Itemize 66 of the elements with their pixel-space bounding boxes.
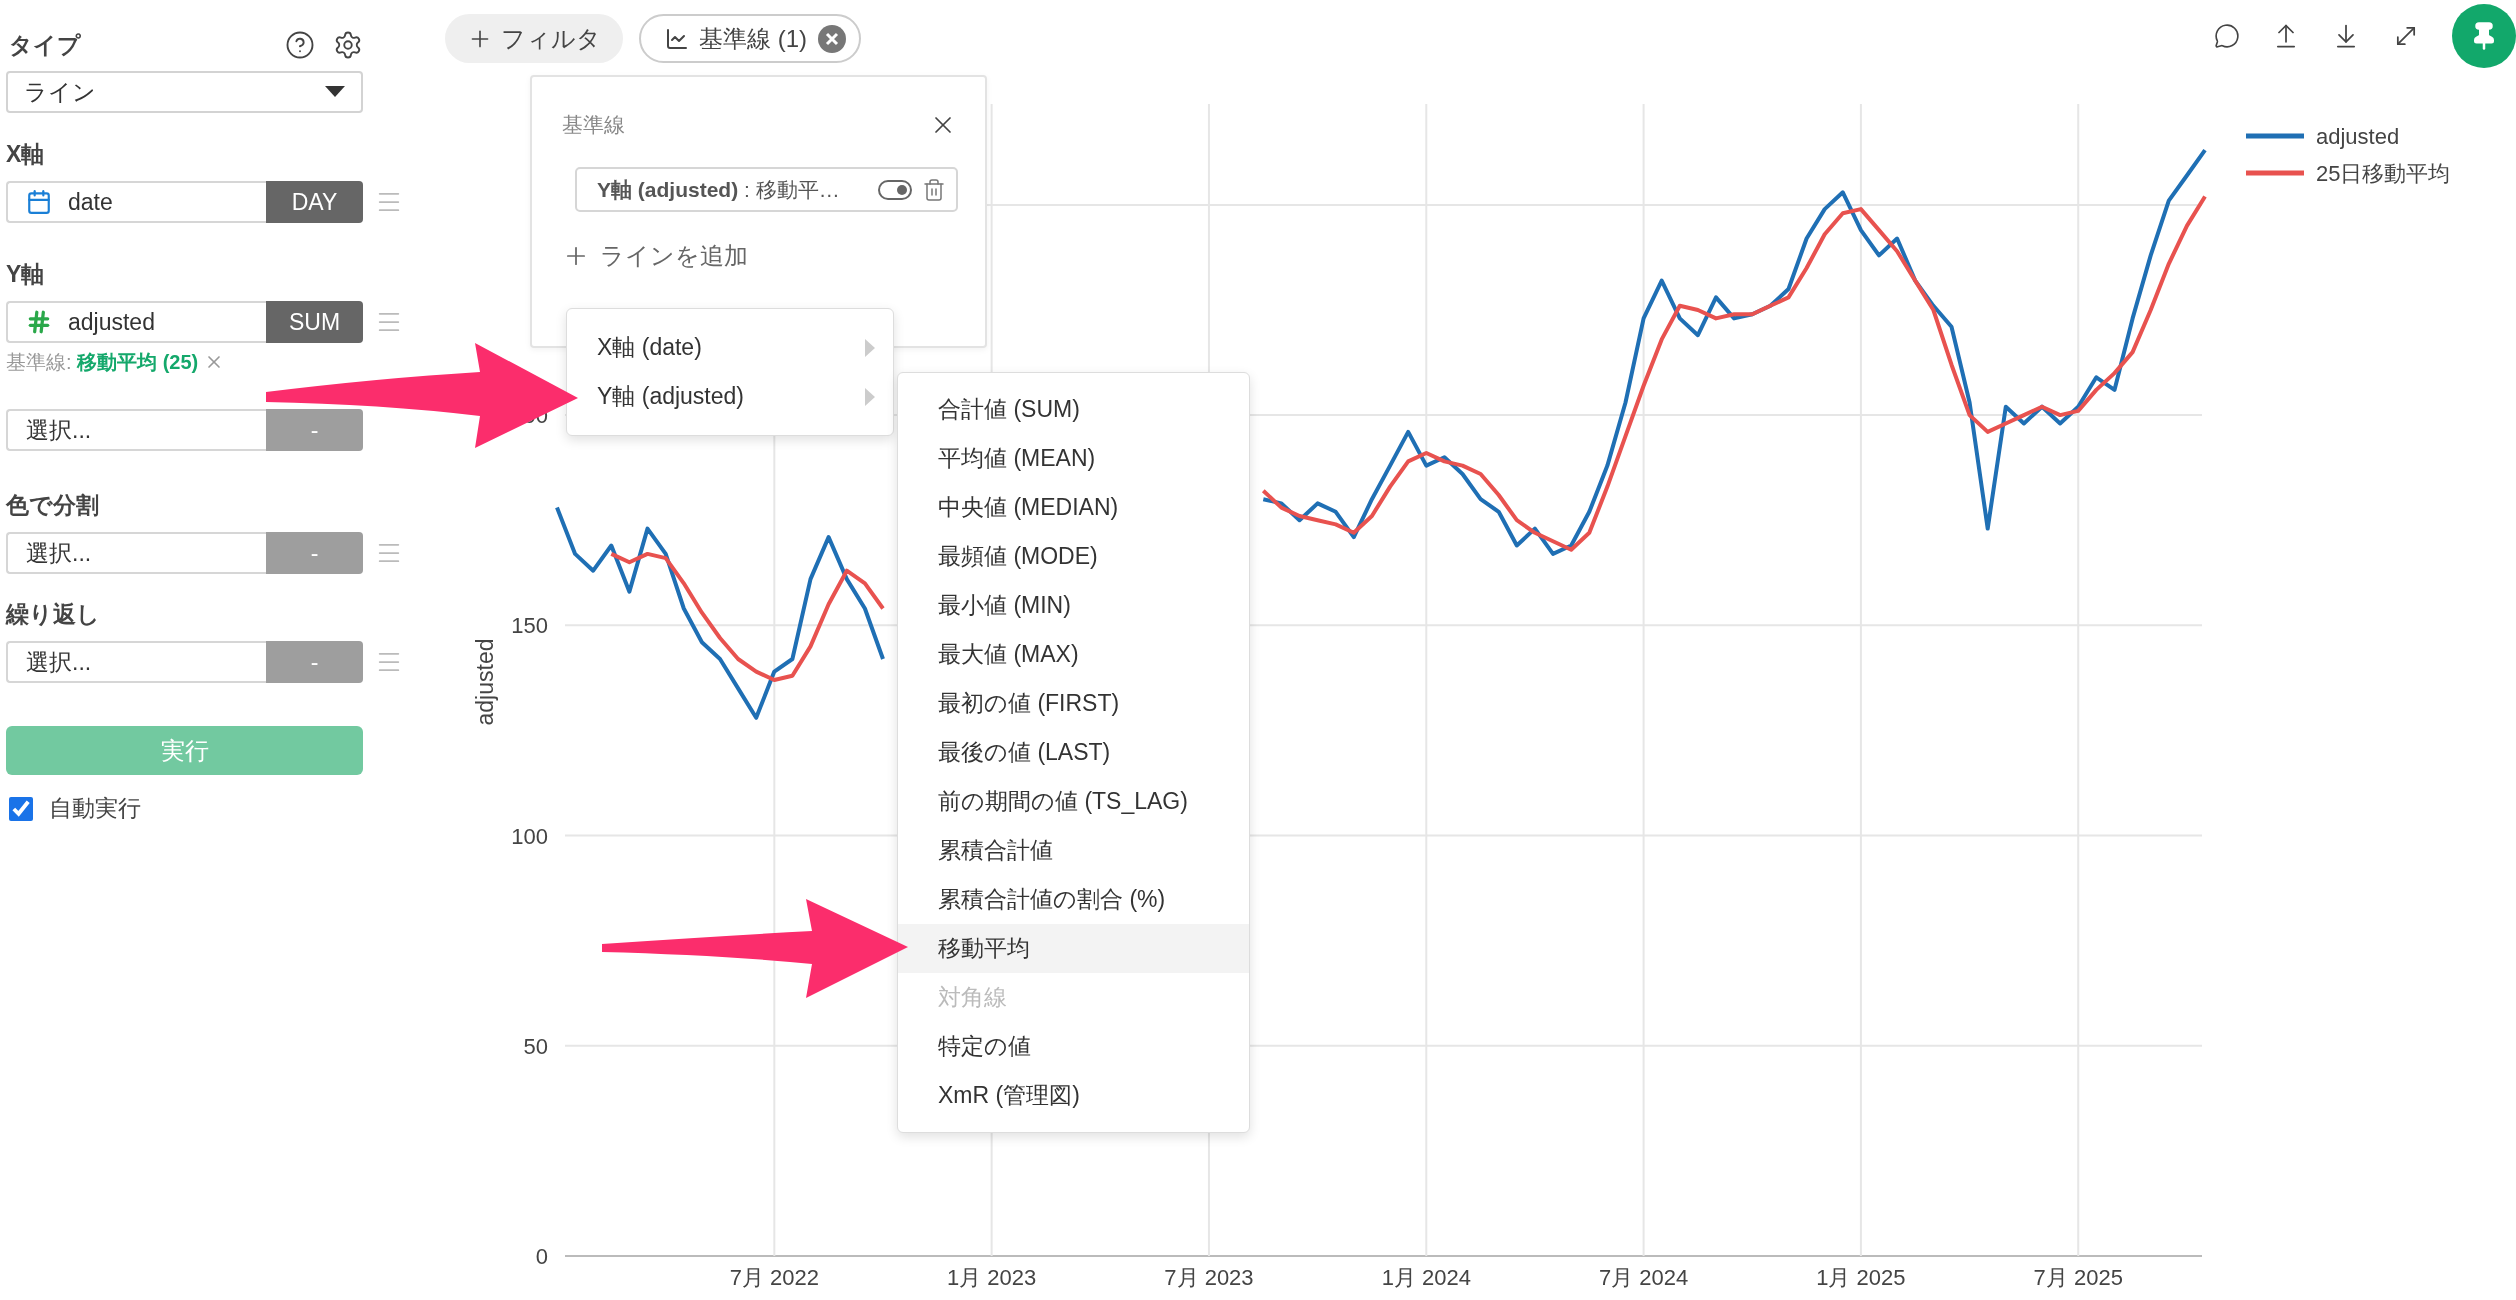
aggregation-button[interactable]: SUM (266, 301, 363, 343)
reference-note: 基準線: 移動平均 (25) (6, 350, 199, 374)
menu-item[interactable]: 累積合計値 (898, 826, 1249, 875)
field-select[interactable]: date (6, 181, 266, 223)
reference-line-item[interactable]: Y軸 (adjusted) : 移動平… (575, 167, 958, 212)
settings-icon[interactable] (333, 30, 363, 60)
line-chart-icon (665, 26, 689, 51)
axis-tick-label: 100 (511, 823, 548, 849)
menu-item[interactable]: 移動平均 (898, 924, 1249, 973)
section-label: Y軸 (6, 260, 45, 289)
menu-item[interactable]: XmR (管理図) (898, 1071, 1249, 1120)
filter-button[interactable]: フィルタ (445, 14, 623, 63)
popup-title: 基準線 (562, 112, 625, 138)
caret-icon (325, 86, 345, 98)
menu-item[interactable]: 中央値 (MEDIAN) (898, 483, 1249, 532)
checkbox-label: 自動実行 (49, 794, 141, 823)
legend-line (2246, 133, 2304, 139)
menu-item[interactable]: Y軸 (adjusted) (567, 372, 893, 421)
section-label: 繰り返し (6, 600, 100, 629)
toggle-icon[interactable] (878, 179, 912, 200)
axis-tick-label: 1月 2025 (1816, 1265, 1906, 1290)
menu-item[interactable]: 特定の値 (898, 1022, 1249, 1071)
field-select[interactable]: 選択... (6, 641, 266, 683)
menu-item[interactable]: 最初の値 (FIRST) (898, 679, 1249, 728)
axis-tick-label: 50 (523, 1033, 548, 1059)
aggregation-button[interactable]: DAY (266, 181, 363, 223)
axis-tick-label: 150 (511, 613, 548, 639)
field-select[interactable]: adjusted (6, 301, 266, 343)
submenu-caret-icon (865, 338, 875, 357)
reference-line-text: Y軸 (adjusted) : 移動平… (597, 176, 841, 203)
axis-tick-label: 1月 2024 (1381, 1265, 1471, 1290)
section-label: X軸 (6, 140, 45, 169)
reference-line-chip[interactable]: 基準線 (1) (639, 14, 861, 63)
section-label: 色で分割 (6, 491, 99, 520)
axis-tick-label: 7月 2022 (729, 1265, 819, 1290)
axis-tick-label: 0 (535, 1244, 548, 1269)
hash-icon (26, 309, 52, 335)
comment-icon[interactable] (2214, 23, 2240, 49)
menu-item[interactable]: 最後の値 (LAST) (898, 728, 1249, 777)
legend-label: adjusted (2316, 124, 2400, 149)
auto-run-checkbox[interactable] (9, 796, 33, 821)
legend-line (2246, 170, 2304, 176)
axis-tick-label: 7月 2023 (1164, 1265, 1254, 1290)
delete-icon[interactable] (922, 177, 946, 202)
menu-item[interactable]: 最頻値 (MODE) (898, 532, 1249, 581)
axis-tick-label: 7月 2024 (1598, 1265, 1689, 1290)
section-label: タイプ (9, 30, 81, 60)
add-line-button[interactable]: ラインを追加 (562, 240, 748, 272)
menu-item[interactable]: 合計値 (SUM) (898, 385, 1249, 434)
calendar-icon (26, 189, 52, 215)
help-icon[interactable] (285, 30, 315, 60)
menu-item[interactable]: 最小値 (MIN) (898, 581, 1249, 630)
menu-item[interactable]: X軸 (date) (567, 323, 893, 372)
menu-item[interactable]: 累積合計値の割合 (%) (898, 875, 1249, 924)
legend-label: 25日移動平均 (2316, 161, 2451, 186)
chart-type-select[interactable]: ライン (6, 71, 363, 113)
axis-tick-label: 1月 2023 (947, 1265, 1037, 1290)
field-select[interactable]: 選択... (6, 409, 266, 451)
field-select[interactable]: 選択... (6, 532, 266, 574)
menu-item[interactable]: 最大値 (MAX) (898, 630, 1249, 679)
axis-tick-label: 7月 2025 (2033, 1265, 2123, 1290)
menu-item[interactable]: 前の期間の値 (TS_LAG) (898, 777, 1249, 826)
axis-title: adjusted (472, 638, 498, 726)
menu-item[interactable]: 平均値 (MEAN) (898, 434, 1249, 483)
clear-icon[interactable] (817, 23, 847, 54)
submenu-caret-icon (865, 387, 875, 406)
